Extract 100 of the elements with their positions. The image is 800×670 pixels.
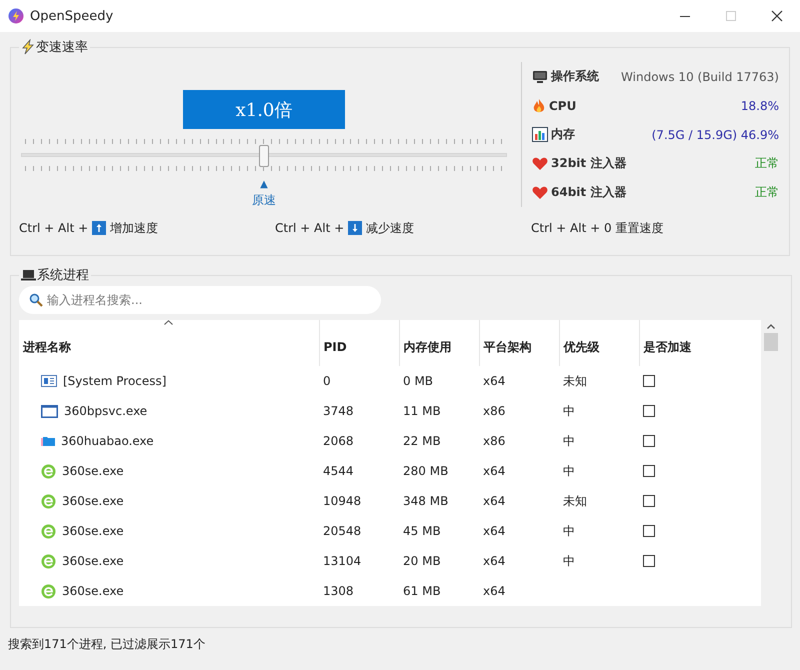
- slider-thumb[interactable]: [259, 145, 269, 167]
- table-cell: 未知: [559, 366, 639, 396]
- table-cell-text: 22 MB: [402, 433, 442, 450]
- flame-icon: [532, 98, 546, 114]
- process-name: 360huabao.exe: [61, 434, 154, 448]
- column-header[interactable]: 内存使用: [399, 320, 479, 366]
- shortcut-keys: Ctrl + Alt +: [275, 221, 344, 235]
- shortcut-keys: Ctrl + Alt + 0: [531, 221, 612, 235]
- table-cell: 0 MB: [399, 366, 479, 396]
- speed-display: x1.0倍: [183, 90, 345, 129]
- checkbox[interactable]: [643, 465, 655, 477]
- lightning-icon: [21, 39, 35, 55]
- table-cell-text: 61 MB: [402, 583, 442, 600]
- table-cell-text: 2068: [322, 433, 355, 450]
- table-cell: 0: [319, 366, 399, 396]
- info-label: 内存: [551, 126, 575, 143]
- info-value: 18.8%: [740, 98, 779, 112]
- column-header[interactable]: 优先级: [559, 320, 639, 366]
- table-cell-text: 45 MB: [402, 523, 442, 540]
- process-name: 360bpsvc.exe: [64, 404, 148, 418]
- info-value: 正常: [755, 155, 779, 172]
- info-label: 操作系统: [551, 68, 599, 85]
- browser-icon: [41, 584, 56, 598]
- status-text: 搜索到171个进程, 已过滤展示171个: [7, 636, 206, 653]
- process-name: 360se.exe: [62, 584, 124, 598]
- browser-icon: [41, 464, 56, 478]
- table-cell-text: 中: [562, 462, 576, 480]
- shortcut-action: 减少速度: [366, 220, 414, 236]
- table-cell-text: 13104: [322, 553, 362, 570]
- table-cell-text: 未知: [562, 492, 588, 510]
- table-cell-text: x64: [482, 553, 506, 570]
- table-cell-text: 20548: [322, 523, 362, 540]
- shortcut-action: 重置速度: [616, 220, 664, 236]
- checkbox[interactable]: [643, 435, 655, 447]
- process-name: 360se.exe: [62, 554, 124, 568]
- speed-slider[interactable]: [21, 139, 507, 171]
- process-name: [System Process]: [63, 374, 166, 388]
- checkbox[interactable]: [643, 405, 655, 417]
- table-cell-text: x64: [482, 463, 506, 480]
- search-icon: [29, 293, 43, 307]
- sort-caret-icon: [164, 320, 173, 325]
- checkbox[interactable]: [643, 525, 655, 537]
- table-cell-text: 3748: [322, 403, 355, 420]
- heart-icon: [532, 186, 548, 200]
- process-name: 360se.exe: [62, 464, 124, 478]
- browser-icon: [41, 554, 56, 568]
- info-value: Windows 10 (Build 17763): [621, 70, 779, 84]
- column-header[interactable]: 进程名称: [19, 320, 319, 366]
- search-box[interactable]: 输入进程名搜索...: [19, 286, 381, 314]
- process-name: 360se.exe: [62, 494, 124, 508]
- browser-icon: [41, 494, 56, 508]
- table-cell-text: x86: [482, 403, 506, 420]
- marker-arrow: ▲: [260, 179, 268, 190]
- info-value: (7.5G / 15.9G) 46.9%: [652, 128, 779, 142]
- browser-icon: [41, 524, 56, 538]
- marker-label: 原速: [252, 192, 276, 209]
- table-cell-text: 10948: [322, 493, 362, 510]
- window-icon: [41, 375, 57, 387]
- info-label: CPU: [549, 98, 576, 112]
- up-arrow-key-icon: [92, 221, 106, 235]
- laptop-icon: [21, 269, 36, 281]
- info-value: 正常: [755, 184, 779, 201]
- down-arrow-key-icon: [348, 221, 362, 235]
- window-icon: [41, 404, 58, 418]
- app-logo-icon: [8, 8, 24, 24]
- group-title: 系统进程: [37, 267, 89, 284]
- info-label: 32bit 注入器: [551, 155, 626, 172]
- column-header[interactable]: 平台架构: [479, 320, 559, 366]
- heart-icon: [532, 156, 548, 170]
- checkbox[interactable]: [643, 375, 655, 387]
- close-icon: [771, 10, 783, 22]
- group-title: 变速速率: [36, 39, 88, 56]
- table-cell-text: 1308: [322, 583, 355, 600]
- table-cell-text: 4544: [322, 463, 355, 480]
- table-cell-text: 中: [562, 402, 576, 420]
- column-header[interactable]: PID: [319, 320, 399, 366]
- bar-chart-icon: [532, 127, 548, 142]
- window-title: OpenSpeedy: [30, 8, 114, 24]
- shortcut-action: 增加速度: [110, 220, 158, 236]
- scrollbar-thumb[interactable]: [764, 333, 778, 351]
- table-cell-text: 280 MB: [402, 463, 450, 480]
- table-cell-text: x86: [482, 433, 506, 450]
- table-cell-text: x64: [482, 583, 506, 600]
- process-name: 360se.exe: [62, 524, 124, 538]
- search-field[interactable]: 输入进程名搜索...: [45, 292, 381, 308]
- column-header[interactable]: 是否加速: [639, 320, 761, 366]
- table-cell-text: x64: [482, 523, 506, 540]
- table-cell: x64: [479, 366, 559, 396]
- scroll-up-icon[interactable]: [767, 324, 775, 329]
- table-cell-text: 中: [562, 432, 576, 450]
- checkbox[interactable]: [643, 555, 655, 567]
- table-cell-text: x64: [482, 493, 506, 510]
- table-cell-text: 中: [562, 552, 576, 570]
- table-cell-text: 20 MB: [402, 553, 442, 570]
- table-cell-text: 11 MB: [402, 403, 442, 420]
- shortcut-keys: Ctrl + Alt +: [19, 221, 88, 235]
- table-cell-text: 中: [562, 522, 576, 540]
- checkbox[interactable]: [643, 495, 655, 507]
- maximize-icon: [726, 11, 736, 21]
- info-label: 64bit 注入器: [551, 184, 626, 201]
